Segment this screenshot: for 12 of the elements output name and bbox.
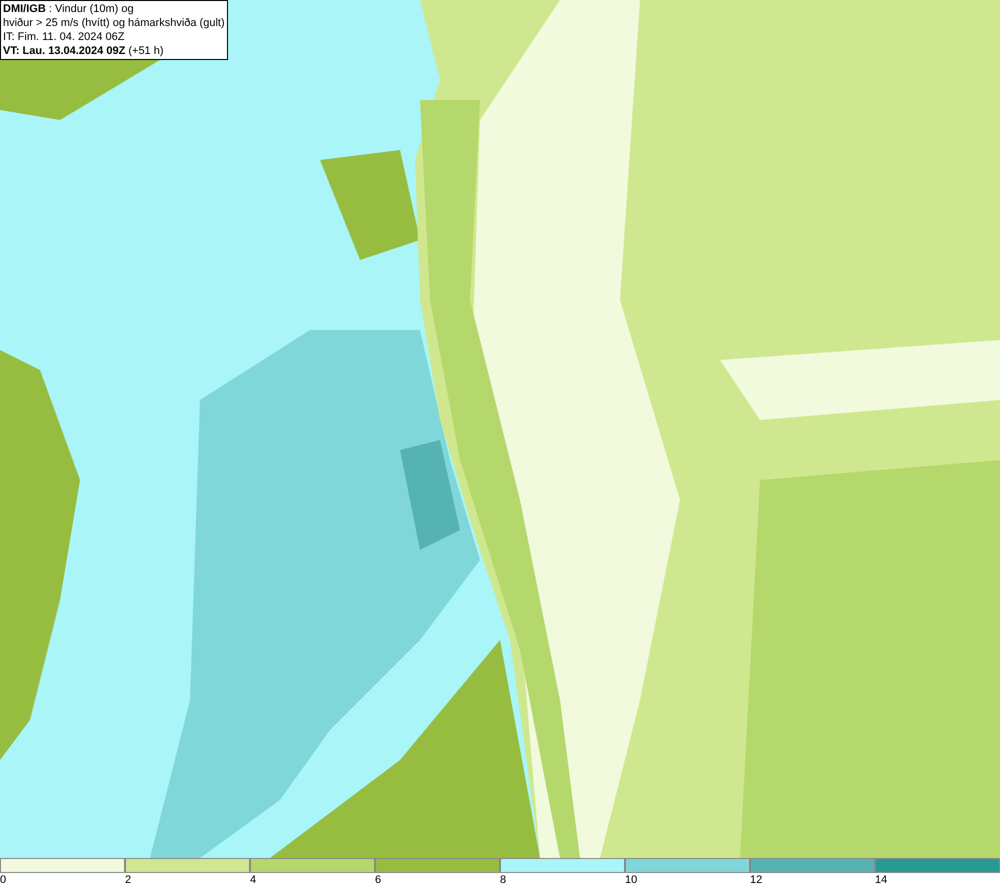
legend-label: 2	[125, 873, 132, 887]
legend-label: 0	[0, 873, 6, 887]
title-line: IT: Fim. 11. 04. 2024 06Z	[3, 30, 126, 44]
legend-label: 4	[250, 873, 256, 887]
legend-label: 6	[375, 873, 382, 887]
legend-label: 8	[500, 873, 506, 887]
legend-label: 14	[875, 873, 888, 887]
legend-label: 12	[750, 873, 762, 887]
title-line: DMI/IGB : Vindur (10m) og	[3, 2, 135, 16]
legend-label: 10	[625, 873, 638, 887]
title-line: VT: Lau. 13.04.2024 09Z (+51 h)	[3, 44, 165, 58]
title-line: hviður > 25 m/s (hvítt) og hámarkshviða (gult)	[3, 16, 225, 30]
